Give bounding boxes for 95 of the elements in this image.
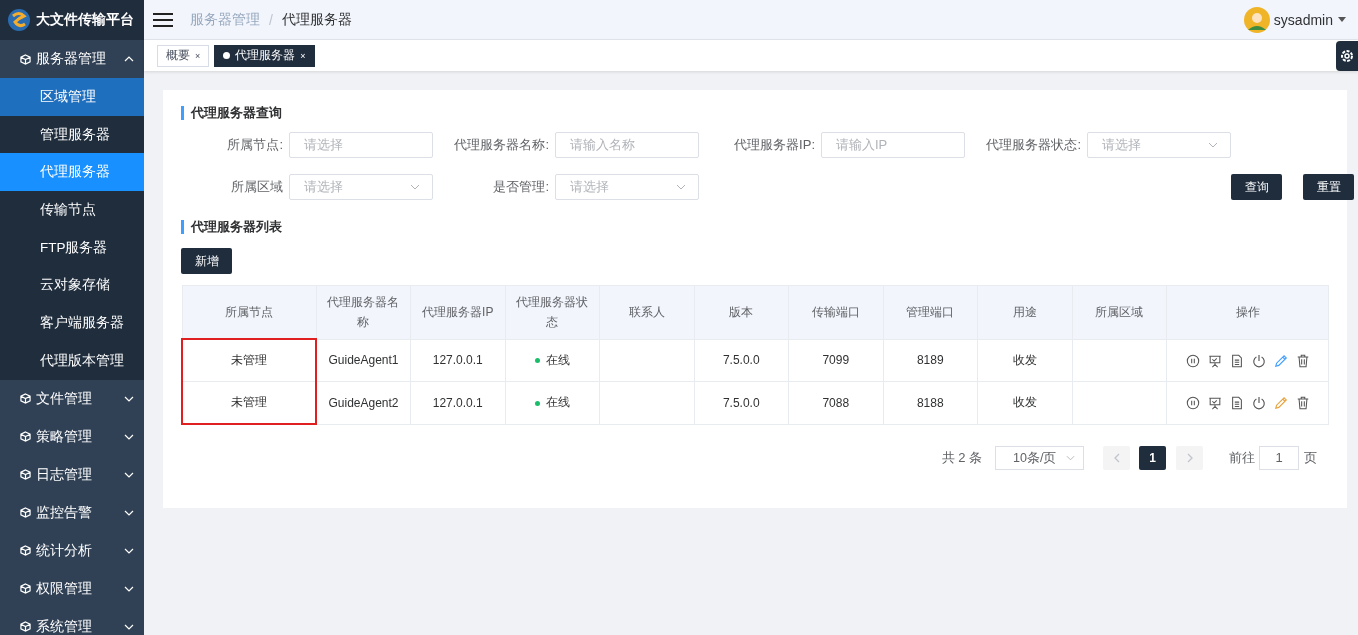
search-button[interactable]: 查询: [1231, 174, 1282, 200]
table-cell: 收发: [977, 339, 1072, 382]
chevron-icon: [1186, 453, 1193, 463]
caret-icon[interactable]: [1338, 17, 1346, 22]
menu-item[interactable]: 管理服务器: [0, 115, 144, 154]
field-label: 代理服务器名称:: [453, 136, 549, 154]
chevron-icon: [124, 433, 134, 440]
chevron-icon: [410, 184, 420, 190]
tab[interactable]: 代理服务器 ×: [214, 44, 315, 67]
column-header: 联系人: [599, 285, 694, 339]
menu-group[interactable]: 服务器管理: [0, 40, 144, 78]
table-cell: 8188: [883, 381, 978, 424]
page-suffix: 页: [1304, 449, 1317, 467]
status-text: 在线: [545, 352, 570, 367]
field-label: 所属区域: [230, 178, 283, 196]
reset-button[interactable]: 重置: [1303, 174, 1354, 200]
power-icon[interactable]: [1251, 353, 1266, 368]
menu-group[interactable]: 策略管理: [0, 417, 144, 456]
chevron-icon: [1113, 453, 1120, 463]
chevron-icon: [124, 395, 134, 402]
section-title: 代理服务器列表: [181, 220, 1329, 234]
menu-group[interactable]: 日志管理: [0, 455, 144, 494]
document-icon[interactable]: [1229, 396, 1244, 411]
add-button[interactable]: 新增: [181, 248, 232, 274]
column-header: 所属区域: [1072, 285, 1167, 339]
column-header: 代理服务器状态: [505, 285, 600, 339]
column-header: 版本: [694, 285, 789, 339]
app-title: 大文件传输平台: [36, 11, 134, 29]
column-header: 所属节点: [182, 285, 316, 339]
chevron-icon: [676, 184, 686, 190]
menu-group[interactable]: 权限管理: [0, 569, 144, 608]
field-label: 所属节点:: [226, 136, 283, 154]
menu-item[interactable]: 客户端服务器: [0, 304, 144, 342]
tab[interactable]: 概要 ×: [157, 44, 210, 67]
menu-item[interactable]: 代理版本管理: [0, 341, 144, 380]
edit-icon[interactable]: [1273, 353, 1288, 368]
breadcrumb-item: 代理服务器: [281, 10, 352, 29]
field-label: 代理服务器IP:: [733, 136, 815, 154]
column-header: 代理服务器名称: [316, 285, 411, 339]
table-cell: 未管理: [182, 339, 316, 382]
easel-icon[interactable]: [1207, 396, 1222, 411]
table-cell: 7.5.0.0: [694, 339, 789, 382]
column-header: 传输端口: [788, 285, 883, 339]
page-button[interactable]: 1: [1139, 446, 1166, 470]
table-cell: GuideAgent2: [316, 381, 411, 424]
menu-group[interactable]: 系统管理: [0, 607, 144, 635]
table-cell: 127.0.0.1: [410, 381, 505, 424]
chevron-icon: [1208, 142, 1218, 148]
chevron-icon: [124, 585, 134, 592]
document-icon[interactable]: [1229, 353, 1244, 368]
chevron-icon: [124, 471, 134, 478]
table-cell: 7099: [788, 339, 883, 382]
settings-icon: [1339, 47, 1355, 64]
chevron-icon: [124, 547, 134, 554]
chevron-icon: [124, 623, 134, 630]
breadcrumb-separator: /: [269, 11, 273, 28]
logo-icon: [7, 8, 31, 32]
status-text: 在线: [545, 395, 570, 410]
table-cell: 未管理: [182, 381, 316, 424]
menu-group[interactable]: 统计分析: [0, 531, 144, 570]
pause-icon[interactable]: [1185, 353, 1200, 368]
table-cell: 127.0.0.1: [410, 339, 505, 382]
chevron-icon: [124, 509, 134, 516]
power-icon[interactable]: [1251, 396, 1266, 411]
table-cell: 收发: [977, 381, 1072, 424]
column-header: 操作: [1166, 285, 1329, 339]
menu-item[interactable]: 传输节点: [0, 191, 144, 229]
table-cell: 7088: [788, 381, 883, 424]
menu-item[interactable]: FTP服务器: [0, 228, 144, 267]
total-count: 共 2 条: [941, 449, 982, 467]
field-label: 是否管理:: [492, 178, 549, 196]
chevron-icon: [124, 56, 134, 62]
pause-icon[interactable]: [1185, 396, 1200, 411]
table-cell: 8189: [883, 339, 978, 382]
menu-group[interactable]: 监控告警: [0, 493, 144, 532]
page-size-select[interactable]: 10条/页: [995, 446, 1084, 470]
menu-group[interactable]: 文件管理: [0, 379, 144, 418]
avatar-icon[interactable]: [1243, 6, 1270, 33]
section-title: 代理服务器查询: [181, 106, 1329, 120]
table-cell: 7.5.0.0: [694, 381, 789, 424]
settings-button[interactable]: [1336, 40, 1358, 71]
column-header: 用途: [977, 285, 1072, 339]
delete-icon[interactable]: [1295, 396, 1310, 411]
delete-icon[interactable]: [1295, 353, 1310, 368]
easel-icon[interactable]: [1207, 353, 1222, 368]
page-input[interactable]: 1: [1259, 446, 1299, 470]
username[interactable]: sysadmin: [1273, 11, 1333, 28]
table-cell: GuideAgent1: [316, 339, 411, 382]
menu-item[interactable]: 云对象存储: [0, 266, 144, 305]
menu-item[interactable]: 区域管理: [0, 78, 144, 116]
goto-label: 前往: [1229, 449, 1255, 467]
chevron-icon: [1066, 455, 1075, 461]
field-label: 代理服务器状态:: [985, 136, 1081, 154]
column-header: 代理服务器IP: [410, 285, 505, 339]
column-header: 管理端口: [883, 285, 978, 339]
